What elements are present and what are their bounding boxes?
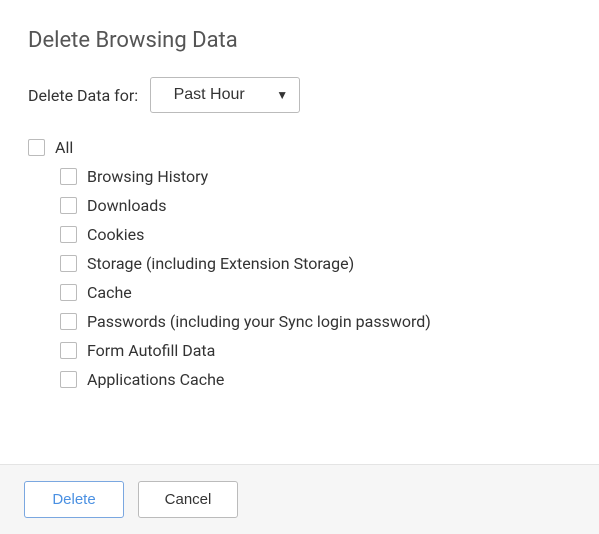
check-item-browsing-history: Browsing History [28,162,571,191]
check-label-all: All [55,138,73,157]
cancel-button[interactable]: Cancel [138,481,238,518]
check-label: Storage (including Extension Storage) [87,254,354,273]
checkbox-all[interactable] [28,139,45,156]
check-label: Form Autofill Data [87,341,215,360]
time-range-row: Delete Data for: Past Hour ▼ [28,77,571,113]
checkbox-cache[interactable] [60,284,77,301]
check-item-downloads: Downloads [28,191,571,220]
check-item-all: All [28,133,571,162]
time-range-select[interactable]: Past Hour [150,77,300,113]
check-label: Cache [87,283,132,302]
check-item-storage: Storage (including Extension Storage) [28,249,571,278]
check-item-form-autofill: Form Autofill Data [28,336,571,365]
checkbox-cookies[interactable] [60,226,77,243]
dialog-title: Delete Browsing Data [28,28,571,53]
delete-button[interactable]: Delete [24,481,124,518]
checkbox-browsing-history[interactable] [60,168,77,185]
checkbox-form-autofill[interactable] [60,342,77,359]
check-label: Browsing History [87,167,208,186]
dialog-footer: Delete Cancel [0,464,599,534]
checkbox-storage[interactable] [60,255,77,272]
check-item-cache: Cache [28,278,571,307]
check-label: Cookies [87,225,144,244]
checkbox-applications-cache[interactable] [60,371,77,388]
check-item-cookies: Cookies [28,220,571,249]
checkbox-downloads[interactable] [60,197,77,214]
checkbox-passwords[interactable] [60,313,77,330]
time-range-label: Delete Data for: [28,86,138,105]
check-item-passwords: Passwords (including your Sync login pas… [28,307,571,336]
check-item-applications-cache: Applications Cache [28,365,571,394]
time-range-select-wrap: Past Hour ▼ [150,77,300,113]
check-label: Applications Cache [87,370,224,389]
check-label: Downloads [87,196,166,215]
check-label: Passwords (including your Sync login pas… [87,312,431,331]
data-type-list: All Browsing History Downloads Cookies S… [28,133,571,394]
